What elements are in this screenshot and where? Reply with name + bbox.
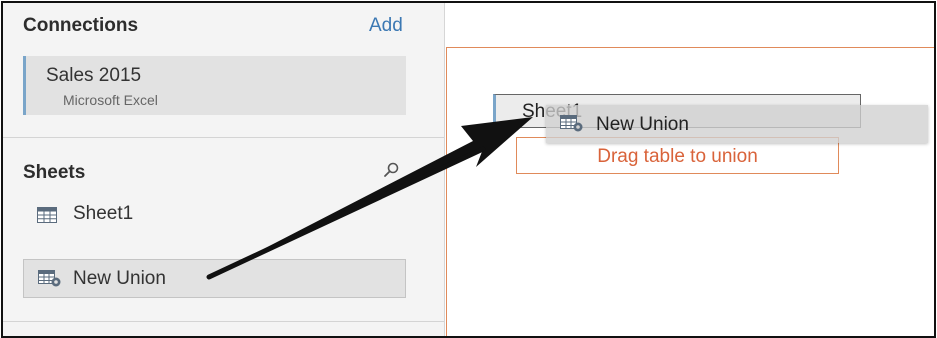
connection-name: Sales 2015 bbox=[46, 65, 142, 86]
union-canvas bbox=[446, 47, 934, 336]
drop-zone-label: Drag table to union bbox=[597, 145, 758, 167]
union-table-icon bbox=[38, 270, 61, 287]
connection-item-sales-2015[interactable]: Sales 2015 Microsoft Excel bbox=[23, 56, 406, 115]
section-divider bbox=[3, 137, 444, 138]
window-frame: Connections Add Sales 2015 Microsoft Exc… bbox=[1, 1, 936, 338]
section-divider bbox=[3, 321, 444, 322]
sheets-heading: Sheets bbox=[23, 162, 86, 183]
search-icon[interactable] bbox=[382, 161, 400, 179]
data-source-pane: Connections Add Sales 2015 Microsoft Exc… bbox=[3, 3, 445, 336]
connection-type: Microsoft Excel bbox=[63, 92, 158, 108]
sheet-item-sheet1[interactable]: Sheet1 bbox=[37, 202, 237, 228]
sheet-label: Sheet1 bbox=[73, 203, 134, 224]
new-union-label: New Union bbox=[73, 268, 166, 289]
table-grid-icon bbox=[37, 207, 57, 223]
new-union-item[interactable]: New Union bbox=[23, 259, 406, 298]
dragged-new-union-ghost[interactable]: New Union bbox=[546, 105, 928, 143]
union-table-icon bbox=[560, 115, 583, 132]
drag-ghost-label: New Union bbox=[596, 114, 689, 135]
connections-heading: Connections bbox=[23, 15, 139, 36]
add-connection-link[interactable]: Add bbox=[369, 15, 403, 37]
